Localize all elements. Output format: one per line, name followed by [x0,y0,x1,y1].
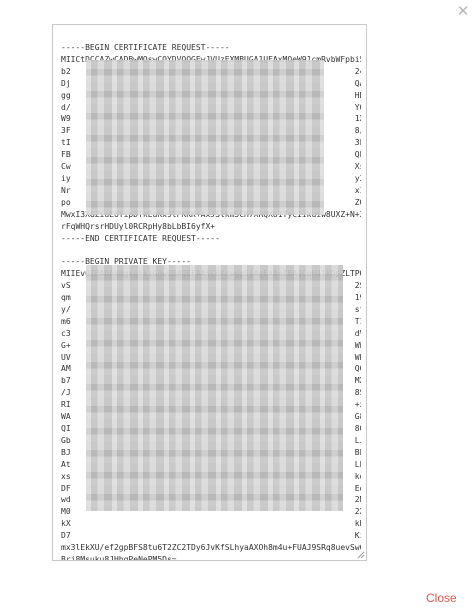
resize-grip-icon[interactable] [357,551,365,559]
certificate-textarea[interactable]: -----BEGIN CERTIFICATE REQUEST----- MIIC… [52,24,367,561]
close-button[interactable]: Close [426,591,457,605]
dismiss-button[interactable]: ✕ [456,2,470,20]
redacted-block-private-key [86,265,343,511]
close-icon: ✕ [456,2,470,20]
redacted-block-certificate [86,60,324,215]
